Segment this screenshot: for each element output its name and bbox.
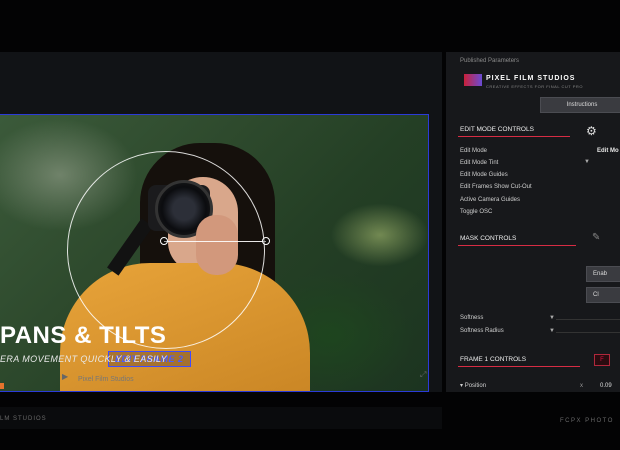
active-camera-guides-row: Active Camera Guides: [460, 197, 521, 203]
frame-underline: [458, 366, 580, 367]
inspector-panel: Published Parameters PIXEL FILM STUDIOS …: [446, 52, 620, 392]
frame-section-title: FRAME 1 CONTROLS: [460, 356, 527, 363]
edit-mode-row: Edit Mode: [460, 148, 488, 154]
edit-mode-guides-row: Edit Mode Guides: [460, 172, 508, 178]
footer-brand-right: FCPX PHOTO: [560, 418, 614, 424]
edit-mode-tint-row: Edit Mode Tint: [460, 160, 499, 166]
clear-button[interactable]: Cl: [586, 287, 620, 303]
toggle-osc-row: Toggle OSC: [460, 209, 493, 215]
position-label: Position: [464, 383, 487, 389]
logo-tagline: CREATIVE EFFECTS FOR FINAL CUT PRO: [486, 84, 583, 89]
promo-title: PANS & TILTS: [0, 322, 167, 349]
viewer-toolbar: [0, 407, 442, 429]
softness-slider-knob-icon[interactable]: ▼: [549, 315, 555, 321]
promo-subtitle: ERA MOVEMENT QUICKLY & EASILY: [0, 354, 167, 364]
pfs-logo-icon: [464, 74, 482, 86]
softness-row: Softness: [460, 315, 484, 321]
enable-button[interactable]: Enab: [586, 266, 620, 282]
osc-circle-control[interactable]: [67, 151, 265, 349]
softness-radius-knob-icon[interactable]: ▼: [549, 328, 555, 334]
fullscreen-icon[interactable]: ⤢: [420, 370, 426, 380]
osc-rotation-handle[interactable]: [262, 237, 270, 245]
inspector-header: Published Parameters: [460, 58, 520, 64]
edit-frames-cutout-row: Edit Frames Show Cut-Out: [460, 184, 532, 190]
play-icon[interactable]: ▶: [62, 372, 68, 381]
logo-text: PIXEL FILM STUDIOS: [486, 75, 576, 82]
pen-icon[interactable]: ✎: [592, 232, 600, 243]
position-value[interactable]: 0.09: [600, 383, 612, 389]
position-row[interactable]: ▾ Position: [460, 382, 486, 389]
timeline-playhead-marker[interactable]: [0, 383, 4, 389]
timeline-clip-label: Pixel Film Studios: [78, 376, 134, 383]
edit-mode-section-title: EDIT MODE CONTROLS: [460, 126, 534, 133]
footer-brand-left: LM STUDIOS: [0, 416, 47, 422]
promo-stage: EDIT FRAME 2 ▶ ⤢ Pixel Film Studios PANS…: [0, 0, 620, 450]
position-x-icon: x: [580, 383, 583, 389]
osc-rotation-line[interactable]: [164, 241, 266, 242]
gear-icon[interactable]: ⚙: [586, 124, 597, 138]
video-preview[interactable]: EDIT FRAME 2: [0, 114, 429, 392]
edit-mode-value[interactable]: Edit Mo: [597, 148, 619, 154]
softness-radius-row: Softness Radius: [460, 328, 504, 334]
osc-center-handle[interactable]: [160, 237, 168, 245]
mask-section-title: MASK CONTROLS: [460, 235, 517, 242]
tint-slider-knob-icon[interactable]: ▼: [584, 159, 590, 165]
softness-slider-track[interactable]: [556, 319, 620, 320]
instructions-button[interactable]: Instructions: [540, 97, 620, 113]
edit-mode-underline: [458, 136, 570, 137]
frame-pill-button[interactable]: F: [594, 354, 610, 366]
softness-radius-slider-track[interactable]: [556, 332, 620, 333]
mask-underline: [458, 245, 576, 246]
